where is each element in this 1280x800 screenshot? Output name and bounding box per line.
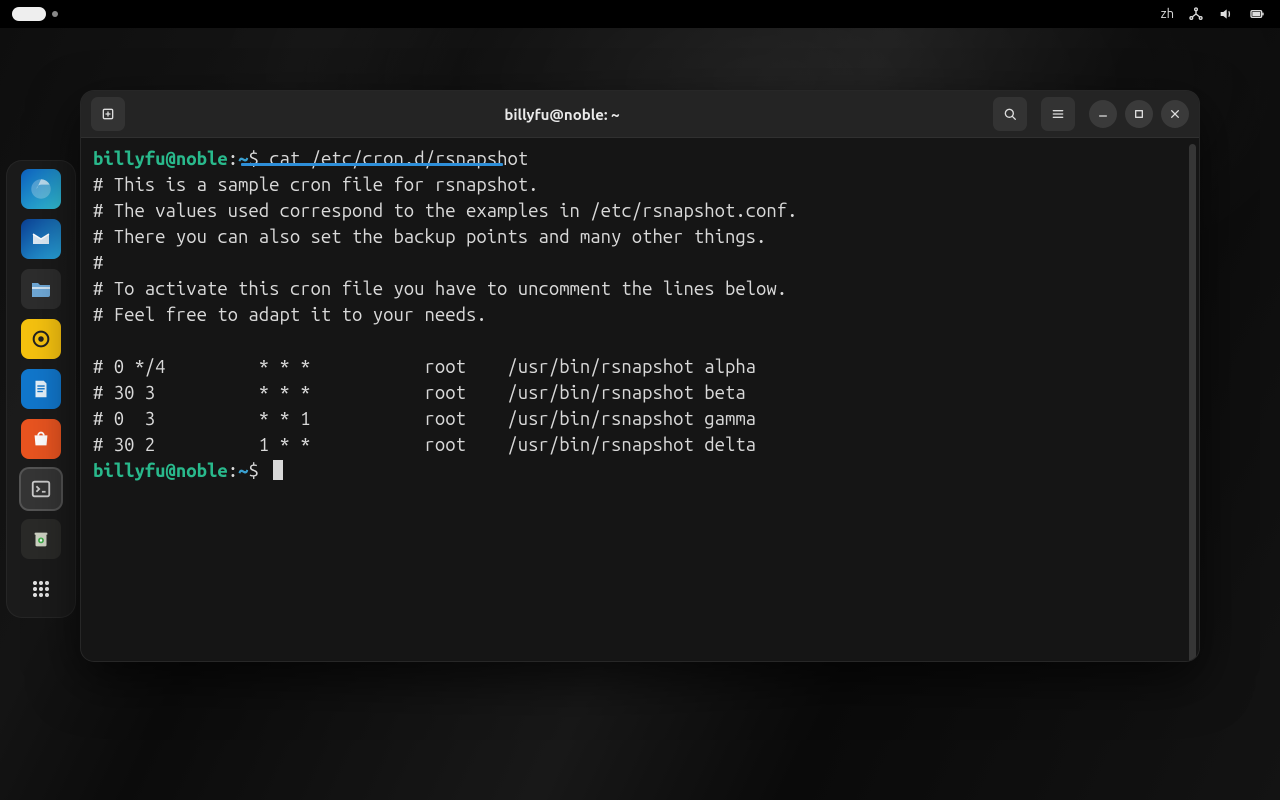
volume-icon[interactable] — [1218, 6, 1234, 22]
terminal-window: billyfu@noble: ~ billyfu@noble:~$ cat /e… — [80, 90, 1200, 662]
dock-app-thunderbird[interactable] — [21, 219, 61, 259]
dock-app-edge[interactable] — [21, 169, 61, 209]
battery-icon[interactable] — [1248, 6, 1266, 22]
terminal-scrollbar[interactable] — [1189, 144, 1196, 662]
dock-app-software[interactable] — [21, 419, 61, 459]
window-minimize-button[interactable] — [1089, 100, 1117, 128]
terminal-output[interactable]: billyfu@noble:~$ cat /etc/cron.d/rsnapsh… — [93, 146, 1187, 484]
window-close-button[interactable] — [1161, 100, 1189, 128]
input-method-indicator[interactable]: zh — [1161, 7, 1174, 21]
top-panel: zh — [0, 0, 1280, 28]
activities-pill[interactable] — [12, 7, 46, 21]
dock-app-show-applications[interactable] — [21, 569, 61, 609]
terminal-body[interactable]: billyfu@noble:~$ cat /etc/cron.d/rsnapsh… — [81, 138, 1199, 661]
new-tab-button[interactable] — [91, 97, 125, 131]
window-title: billyfu@noble: ~ — [131, 106, 993, 123]
terminal-search-button[interactable] — [993, 97, 1027, 131]
network-icon[interactable] — [1188, 6, 1204, 22]
dock-app-files[interactable] — [21, 269, 61, 309]
window-maximize-button[interactable] — [1125, 100, 1153, 128]
dock-app-libreoffice[interactable] — [21, 369, 61, 409]
terminal-titlebar[interactable]: billyfu@noble: ~ — [81, 91, 1199, 138]
terminal-menu-button[interactable] — [1041, 97, 1075, 131]
dock-app-rhythmbox[interactable] — [21, 319, 61, 359]
dock-app-trash[interactable] — [21, 519, 61, 559]
command-underline-annotation — [241, 163, 503, 166]
dock — [6, 160, 76, 618]
status-area[interactable]: zh — [1161, 6, 1280, 22]
dock-app-terminal[interactable] — [21, 469, 61, 509]
